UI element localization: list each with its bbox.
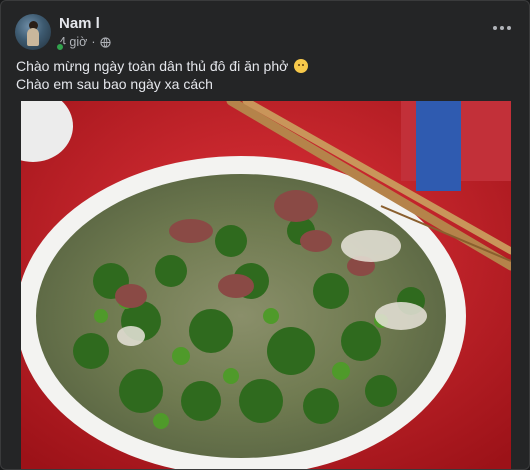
online-status-dot (55, 42, 65, 52)
author-name[interactable]: Nam l (59, 15, 111, 32)
post-text: Chào mừng ngày toàn dân thủ đô đi ăn phở… (16, 57, 309, 93)
meta-separator: · (91, 35, 96, 49)
post-subline: 4 giờ · (59, 35, 111, 49)
post-text-line-1-content: Chào mừng ngày toàn dân thủ đô đi ăn phở (16, 58, 289, 74)
post-card: Nam l 4 giờ · Chào mừng ngày toàn dân th… (0, 0, 530, 470)
post-text-line-2: Chào em sau bao ngày xa cách (16, 76, 213, 92)
post-text-line-1: Chào mừng ngày toàn dân thủ đô đi ăn phở (16, 57, 309, 75)
pho-bowl-photo[interactable] (21, 101, 511, 469)
avatar-figure (27, 28, 39, 46)
avatar[interactable] (15, 14, 51, 50)
more-options-icon[interactable] (489, 15, 515, 41)
post-meta: Nam l 4 giờ · (59, 15, 111, 49)
post-header: Nam l 4 giờ · (15, 12, 111, 52)
photo-illustration (21, 101, 511, 469)
smiling-face-emoji-icon (294, 59, 309, 73)
globe-icon[interactable] (99, 36, 111, 48)
